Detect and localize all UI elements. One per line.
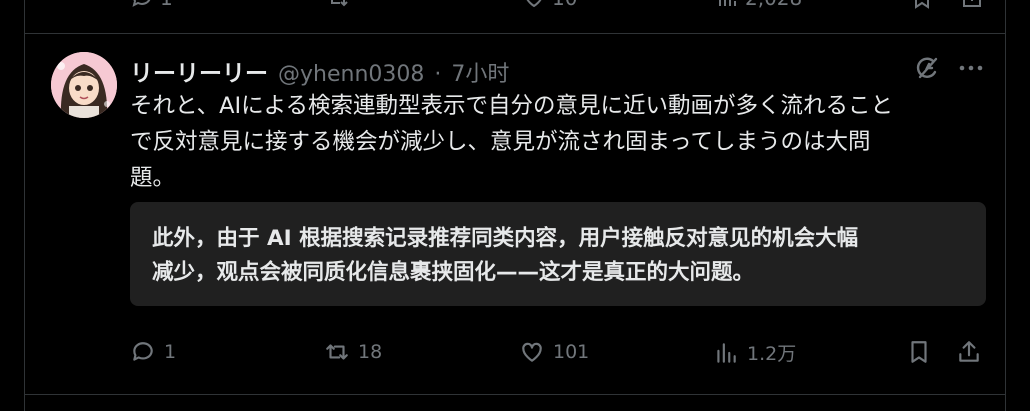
views-icon — [717, 342, 736, 363]
more-icon[interactable] — [957, 57, 985, 79]
prev-bookmark-button[interactable] — [910, 0, 934, 10]
retweet-count: 18 — [358, 341, 383, 363]
reply-icon — [132, 0, 151, 7]
view-count: 1.2万 — [747, 343, 797, 365]
tweet-header: リーリーリー @yhenn0308 · 7小时 — [130, 54, 509, 88]
tweet-actions: 1 18 101 1.2万 — [130, 339, 1000, 373]
prev-reply-button[interactable]: 1 — [130, 0, 173, 10]
retweet-button[interactable]: 18 — [324, 339, 382, 365]
tweet-text: それと、AIによる検索連動型表示で自分の意見に近い動画が多く流れること で反対意… — [130, 88, 975, 196]
translation-line: 减少，观点会被同质化信息裹挟固化——这才是真正的大问题。 — [152, 260, 755, 285]
bookmark-icon — [911, 341, 927, 363]
tweet-text-line: それと、AIによる検索連動型表示で自分の意見に近い動画が多く流れること — [130, 93, 893, 119]
user-handle[interactable]: @yhenn0308 — [278, 62, 424, 87]
like-icon — [526, 0, 542, 8]
views-icon — [719, 0, 736, 6]
like-button[interactable]: 101 — [519, 339, 589, 365]
prev-reply-count: 1 — [160, 0, 173, 10]
like-icon — [522, 342, 542, 362]
reply-button[interactable]: 1 — [130, 339, 176, 365]
grok-icon[interactable] — [913, 54, 941, 82]
tweet[interactable]: リーリーリー @yhenn0308 · 7小时 それと、AIによる検索連動型表示… — [25, 34, 1005, 394]
bookmark-icon — [915, 0, 929, 9]
reply-icon — [133, 342, 153, 361]
share-icon — [959, 341, 979, 362]
retweet-icon — [326, 344, 348, 360]
prev-like-count: 10 — [552, 0, 577, 10]
avatar[interactable] — [51, 52, 117, 118]
retweet-icon — [331, 0, 348, 7]
header-separator: · — [434, 62, 442, 87]
timeline-border-right — [1005, 0, 1006, 411]
reply-count: 1 — [164, 341, 177, 363]
prev-tweet-actions: 1 10 2,028 — [130, 0, 990, 14]
translation-box: 此外，由于 AI 根据搜索记录推荐同类内容，用户接触反对意见的机会大幅 减少，观… — [130, 202, 986, 306]
prev-share-button[interactable] — [960, 0, 984, 10]
translation-line: 此外，由于 AI 根据搜索记录推荐同类内容，用户接触反对意见的机会大幅 — [152, 226, 859, 251]
divider-bottom — [24, 394, 1005, 395]
bookmark-button[interactable] — [906, 339, 932, 365]
prev-views-button[interactable]: 2,028 — [715, 0, 802, 10]
views-button[interactable]: 1.2万 — [713, 339, 796, 366]
tweet-text-line: で反対意見に接する機会が減少し、意見が流され固まってしまうのは大問 — [130, 129, 871, 155]
share-icon — [963, 0, 981, 7]
prev-like-button[interactable]: 10 — [522, 0, 577, 10]
timestamp[interactable]: 7小时 — [451, 56, 509, 88]
display-name[interactable]: リーリーリー — [130, 54, 268, 88]
like-count: 101 — [553, 341, 590, 363]
prev-retweet-button[interactable] — [326, 0, 350, 10]
tweet-text-line: 題。 — [130, 165, 176, 191]
share-button[interactable] — [956, 339, 982, 365]
prev-view-count: 2,028 — [745, 0, 802, 10]
